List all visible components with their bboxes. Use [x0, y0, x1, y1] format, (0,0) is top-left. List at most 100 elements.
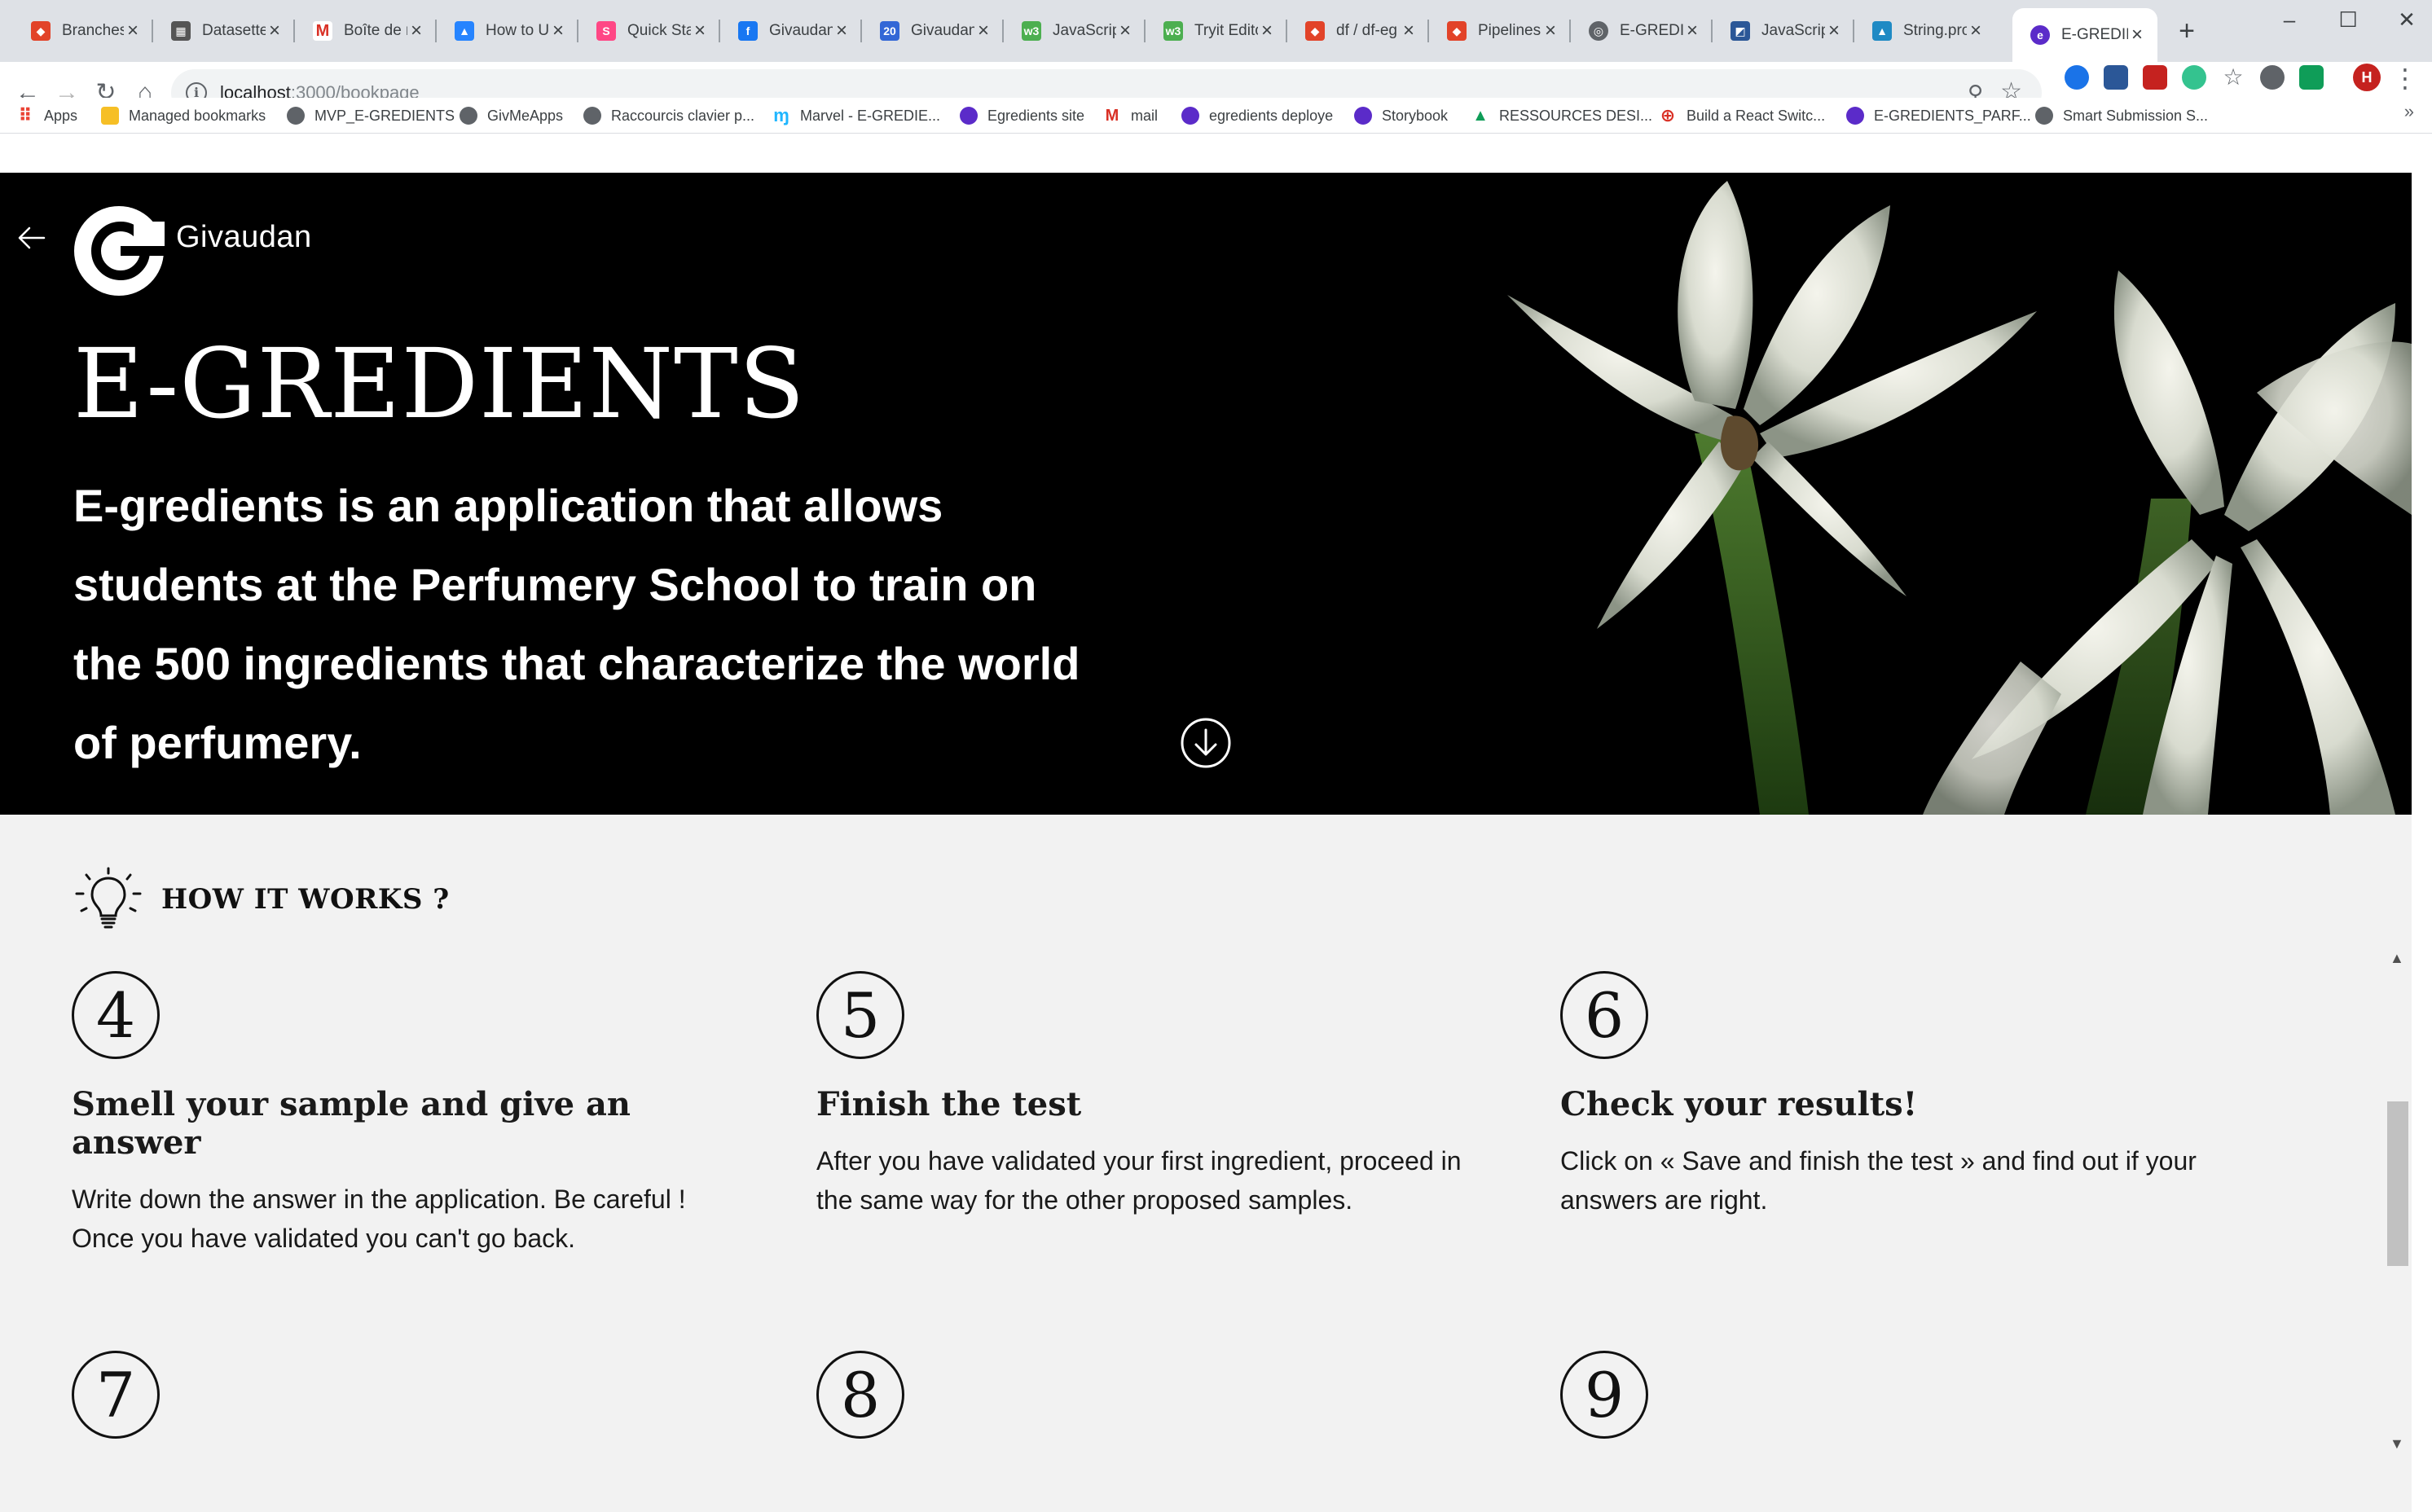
gmail-icon: M: [313, 21, 332, 41]
close-icon[interactable]: ×: [1541, 21, 1559, 41]
drive-icon: ▲: [1472, 106, 1489, 125]
minimize-button[interactable]: –: [2273, 5, 2306, 34]
tab-title: JavaScript: [1761, 22, 1825, 39]
tab[interactable]: f Givaudan ×: [720, 11, 862, 51]
bookmark-item[interactable]: ɱ Marvel - E-GREDIE...: [772, 103, 940, 129]
scrollbar-thumb[interactable]: [2387, 1101, 2408, 1266]
tab[interactable]: w3 Tryit Edito ×: [1146, 11, 1287, 51]
tab-title: Quick Sta: [627, 22, 691, 39]
close-icon[interactable]: ×: [407, 21, 425, 41]
bookmark-item[interactable]: Smart Submission S...: [2035, 103, 2208, 129]
tab-title: E-GREDIE: [2061, 26, 2128, 43]
close-icon[interactable]: ×: [266, 21, 284, 41]
tab[interactable]: M Boîte de r ×: [295, 11, 437, 51]
star-extension-icon[interactable]: ☆: [2221, 65, 2245, 90]
bookmark-item[interactable]: ⊕ Build a React Switc...: [1659, 103, 1825, 129]
bookmark-label: Smart Submission S...: [2063, 107, 2209, 124]
tab[interactable]: S Quick Sta ×: [578, 11, 720, 51]
tab[interactable]: ◩ JavaScript ×: [1713, 11, 1854, 51]
back-arrow-icon[interactable]: [15, 222, 47, 254]
close-icon[interactable]: ×: [2128, 25, 2146, 45]
close-icon[interactable]: ×: [833, 21, 851, 41]
step-number: 4: [72, 971, 160, 1059]
bookmark-item[interactable]: Raccourcis clavier p...: [583, 103, 754, 129]
tab-title: How to U: [486, 22, 549, 39]
step-card: 9: [1560, 1351, 2228, 1439]
bookmark-item[interactable]: Mmail: [1103, 103, 1158, 129]
bookmark-label: Build a React Switc...: [1687, 107, 1826, 124]
globe-icon: [287, 107, 305, 125]
mdn-dino-icon: ▲: [1872, 21, 1892, 41]
close-icon[interactable]: ×: [549, 21, 567, 41]
arrow-down-circle-icon[interactable]: [1180, 717, 1232, 769]
folder-icon: [101, 107, 119, 125]
tab-active[interactable]: e E-GREDIE ×: [2012, 8, 2157, 62]
tab[interactable]: ◆ Pipelines ×: [1429, 11, 1571, 51]
bookmark-label: Storybook: [1382, 107, 1449, 124]
calendar-icon: 20: [880, 21, 899, 41]
step-card: 7: [72, 1351, 740, 1439]
close-icon[interactable]: ×: [124, 21, 142, 41]
bookmark-item[interactable]: egredients deploye: [1181, 103, 1333, 129]
bookmark-label: GivMeApps: [487, 107, 564, 124]
section-header: HOW IT WORKS ?: [72, 867, 450, 932]
close-window-button[interactable]: ✕: [2390, 5, 2423, 34]
close-icon[interactable]: ×: [1825, 21, 1843, 41]
storybook-icon: S: [596, 21, 616, 41]
bookmark-item[interactable]: Storybook: [1354, 103, 1448, 129]
browser-menu-icon[interactable]: ⋮: [2392, 62, 2418, 94]
close-icon[interactable]: ×: [1400, 21, 1418, 41]
extension-icon[interactable]: [2299, 65, 2324, 90]
tab-title: Tryit Edito: [1194, 22, 1258, 39]
globe-icon: [583, 107, 601, 125]
close-icon[interactable]: ×: [974, 21, 992, 41]
bookmarks-overflow-button[interactable]: »: [2404, 101, 2414, 122]
extension-icon[interactable]: [2143, 65, 2167, 90]
scroll-down-arrow-icon[interactable]: ▼: [2390, 1435, 2404, 1453]
tab[interactable]: ◆ df / df-eg ×: [1287, 11, 1429, 51]
close-icon[interactable]: ×: [1683, 21, 1701, 41]
tab[interactable]: ◆ Branches ×: [13, 11, 153, 51]
maximize-button[interactable]: ☐: [2332, 5, 2364, 34]
extension-icon[interactable]: [2065, 65, 2089, 90]
atlassian-icon: ▲: [455, 21, 474, 41]
step-number: 6: [1560, 971, 1648, 1059]
extension-icon[interactable]: [2260, 65, 2285, 90]
tab-title: df / df-eg: [1336, 22, 1397, 39]
page-title: E-GREDIENTS: [73, 327, 806, 440]
bookmark-label: Marvel - E-GREDIE...: [800, 107, 941, 124]
close-icon[interactable]: ×: [1967, 21, 1985, 41]
bookmark-item[interactable]: ⠿ Apps: [16, 103, 77, 129]
scroll-up-arrow-icon[interactable]: ▲: [2390, 950, 2404, 967]
bookmark-item[interactable]: MVP_E-GREDIENTS: [287, 103, 455, 129]
extension-icon[interactable]: [2104, 65, 2128, 90]
tab[interactable]: ◎ E-GREDIE ×: [1571, 11, 1713, 51]
extension-icon[interactable]: [2182, 65, 2206, 90]
globe-icon: [2035, 107, 2053, 125]
bookmark-item[interactable]: E-GREDIENTS_PARF...: [1846, 103, 2031, 129]
bookmarks-bar: ⠿ Apps Managed bookmarks MVP_E-GREDIENTS …: [0, 98, 2432, 134]
tab-strip: ◆ Branches × ▦ Datasette × M Boîte de r …: [0, 0, 2432, 62]
tab-title: Boîte de r: [344, 22, 407, 39]
tab[interactable]: w3 JavaScript ×: [1004, 11, 1146, 51]
step-number: 8: [816, 1351, 904, 1439]
bookmark-item[interactable]: ▲ RESSOURCES DESI...: [1471, 103, 1652, 129]
bookmark-label: RESSOURCES DESI...: [1499, 107, 1653, 124]
tab[interactable]: ▦ Datasette ×: [153, 11, 295, 51]
new-tab-button[interactable]: +: [2170, 15, 2203, 47]
bookmark-item[interactable]: Egredients site: [960, 103, 1084, 129]
globe-icon: ◎: [1589, 21, 1608, 41]
egredients-icon: [1181, 107, 1199, 125]
tab[interactable]: 20 Givaudan ×: [862, 11, 1004, 51]
close-icon[interactable]: ×: [1258, 21, 1276, 41]
step-title: Check your results!: [1560, 1085, 1918, 1123]
step-number: 9: [1560, 1351, 1648, 1439]
givaudan-logo[interactable]: Givaudan: [73, 205, 312, 297]
bookmark-item[interactable]: Managed bookmarks: [101, 103, 266, 129]
close-icon[interactable]: ×: [1116, 21, 1134, 41]
profile-avatar[interactable]: H: [2353, 64, 2381, 91]
tab[interactable]: ▲ String.pro ×: [1854, 11, 1996, 51]
close-icon[interactable]: ×: [691, 21, 709, 41]
bookmark-item[interactable]: GivMeApps: [460, 103, 563, 129]
tab[interactable]: ▲ How to U ×: [437, 11, 578, 51]
